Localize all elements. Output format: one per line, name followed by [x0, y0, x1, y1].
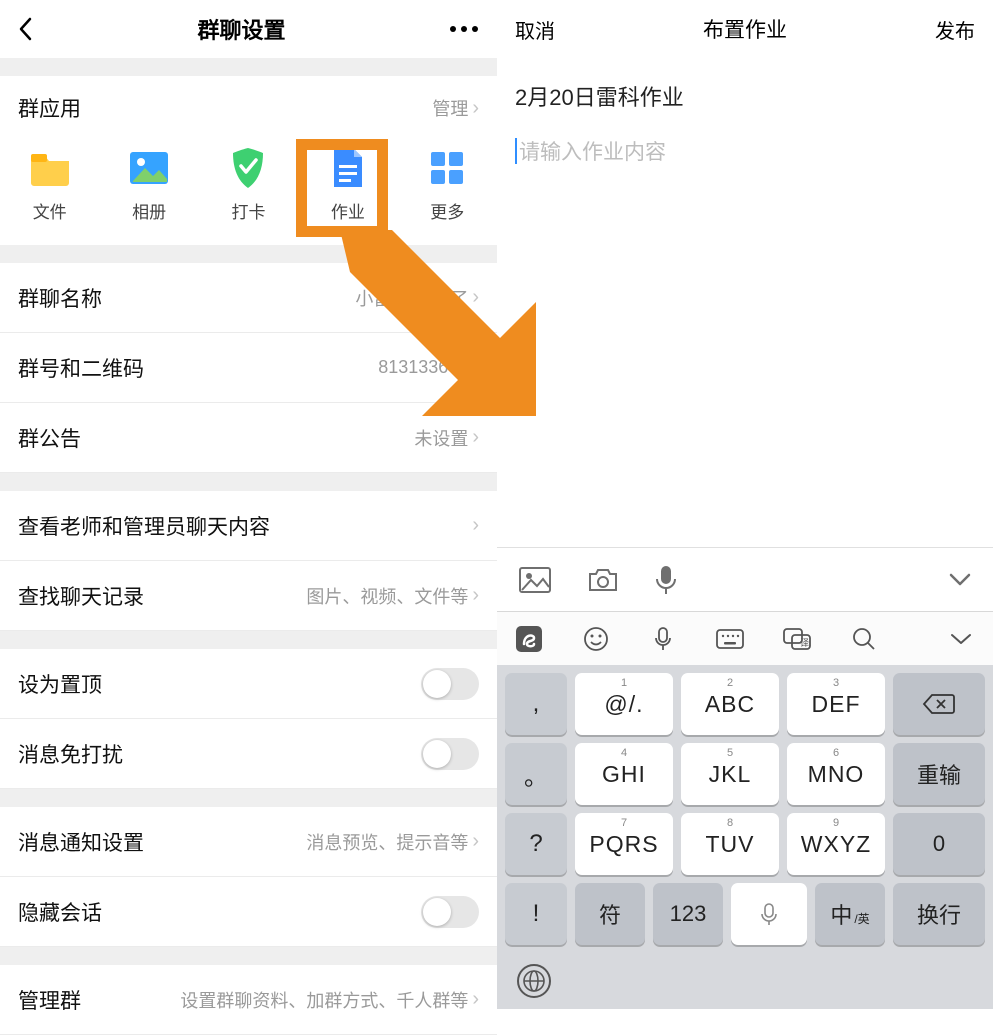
key-2[interactable]: 2ABC — [681, 673, 779, 735]
key-lang[interactable]: 中/英 — [815, 883, 885, 945]
emoji-button[interactable] — [578, 626, 615, 652]
row-hide-conversation: 隐藏会话 — [0, 877, 497, 947]
row-pin-top: 设为置顶 — [0, 649, 497, 719]
key-8[interactable]: 8TUV — [681, 813, 779, 875]
compose-title: 布置作业 — [703, 14, 787, 44]
row-group-id[interactable]: 群号和二维码 813133646› — [0, 333, 497, 403]
chevron-right-icon: › — [472, 988, 479, 1011]
key-123[interactable]: 123 — [653, 883, 723, 945]
folder-icon — [28, 146, 72, 190]
ime-logo-icon[interactable] — [511, 624, 548, 654]
text-cursor — [515, 138, 517, 164]
key-3[interactable]: 3DEF — [787, 673, 885, 735]
back-button[interactable] — [18, 17, 34, 41]
apps-section-title: 群应用 — [18, 93, 81, 123]
homework-body-input[interactable]: 请输入作业内容 — [515, 136, 975, 166]
chevron-right-icon: › — [472, 286, 479, 309]
key-retype[interactable]: 重输 — [893, 743, 985, 805]
key-comma[interactable]: , — [505, 673, 567, 735]
row-mute: 消息免打扰 — [0, 719, 497, 789]
chevron-right-icon: › — [472, 584, 479, 607]
shield-check-icon — [226, 146, 270, 190]
chevron-right-icon: › — [472, 830, 479, 853]
attach-image-button[interactable] — [519, 567, 551, 593]
chevron-right-icon: › — [472, 356, 479, 379]
page-title: 群聊设置 — [34, 13, 449, 45]
row-notify-settings[interactable]: 消息通知设置 消息预览、提示音等› — [0, 807, 497, 877]
translate-button[interactable]: 译 — [778, 627, 815, 651]
key-6[interactable]: 6MNO — [787, 743, 885, 805]
collapse-attach-button[interactable] — [949, 573, 971, 587]
toggle-mute[interactable] — [421, 738, 479, 770]
row-search-chat[interactable]: 查找聊天记录 图片、视频、文件等› — [0, 561, 497, 631]
chevron-right-icon: › — [472, 426, 479, 449]
key-question[interactable]: ? — [505, 813, 567, 875]
key-1[interactable]: 1@/. — [575, 673, 673, 735]
attach-voice-button[interactable] — [655, 565, 677, 595]
more-button[interactable] — [449, 25, 479, 33]
apps-manage-link[interactable]: 管理 › — [432, 95, 479, 121]
attach-camera-button[interactable] — [587, 567, 619, 593]
key-enter[interactable]: 换行 — [893, 883, 985, 945]
search-button[interactable] — [845, 626, 882, 652]
key-zero[interactable]: 0 — [893, 813, 985, 875]
app-files[interactable]: 文件 — [9, 146, 91, 223]
globe-icon — [517, 964, 551, 998]
key-9[interactable]: 9WXYZ — [787, 813, 885, 875]
highlight-annotation — [296, 139, 388, 237]
key-4[interactable]: 4GHI — [575, 743, 673, 805]
app-album[interactable]: 相册 — [108, 146, 190, 223]
key-symbol[interactable]: 符 — [575, 883, 645, 945]
chevron-right-icon: › — [472, 97, 479, 120]
toggle-pin[interactable] — [421, 668, 479, 700]
voice-input-button[interactable] — [645, 626, 682, 652]
key-7[interactable]: 7PQRS — [575, 813, 673, 875]
keyboard: , 。 ? ! 1@/. 2ABC 3DEF 4GHI 5JKL 6MNO — [497, 665, 993, 953]
key-space[interactable] — [731, 883, 807, 945]
homework-subject-input[interactable]: 2月20日雷科作业 — [515, 80, 975, 112]
app-checkin[interactable]: 打卡 — [207, 146, 289, 223]
row-view-admin-chat[interactable]: 查看老师和管理员聊天内容 › — [0, 491, 497, 561]
keyboard-layout-button[interactable] — [712, 628, 749, 650]
key-backspace[interactable] — [893, 673, 985, 735]
app-more[interactable]: 更多 — [406, 146, 488, 223]
grid-icon — [425, 146, 469, 190]
globe-button[interactable] — [517, 964, 551, 998]
key-5[interactable]: 5JKL — [681, 743, 779, 805]
key-exclaim[interactable]: ! — [505, 883, 567, 945]
key-period[interactable]: 。 — [505, 743, 567, 805]
row-announcement[interactable]: 群公告 未设置› — [0, 403, 497, 473]
row-group-name[interactable]: 群聊名称 小雷 堂开课了› — [0, 263, 497, 333]
publish-button[interactable]: 发布 — [935, 15, 975, 44]
toggle-hide[interactable] — [421, 896, 479, 928]
hide-keyboard-button[interactable] — [942, 632, 979, 646]
cancel-button[interactable]: 取消 — [515, 15, 555, 44]
image-icon — [127, 146, 171, 190]
row-manage-group[interactable]: 管理群 设置群聊资料、加群方式、千人群等› — [0, 965, 497, 1035]
chevron-right-icon: › — [472, 514, 479, 537]
svg-text:译: 译 — [800, 638, 809, 648]
